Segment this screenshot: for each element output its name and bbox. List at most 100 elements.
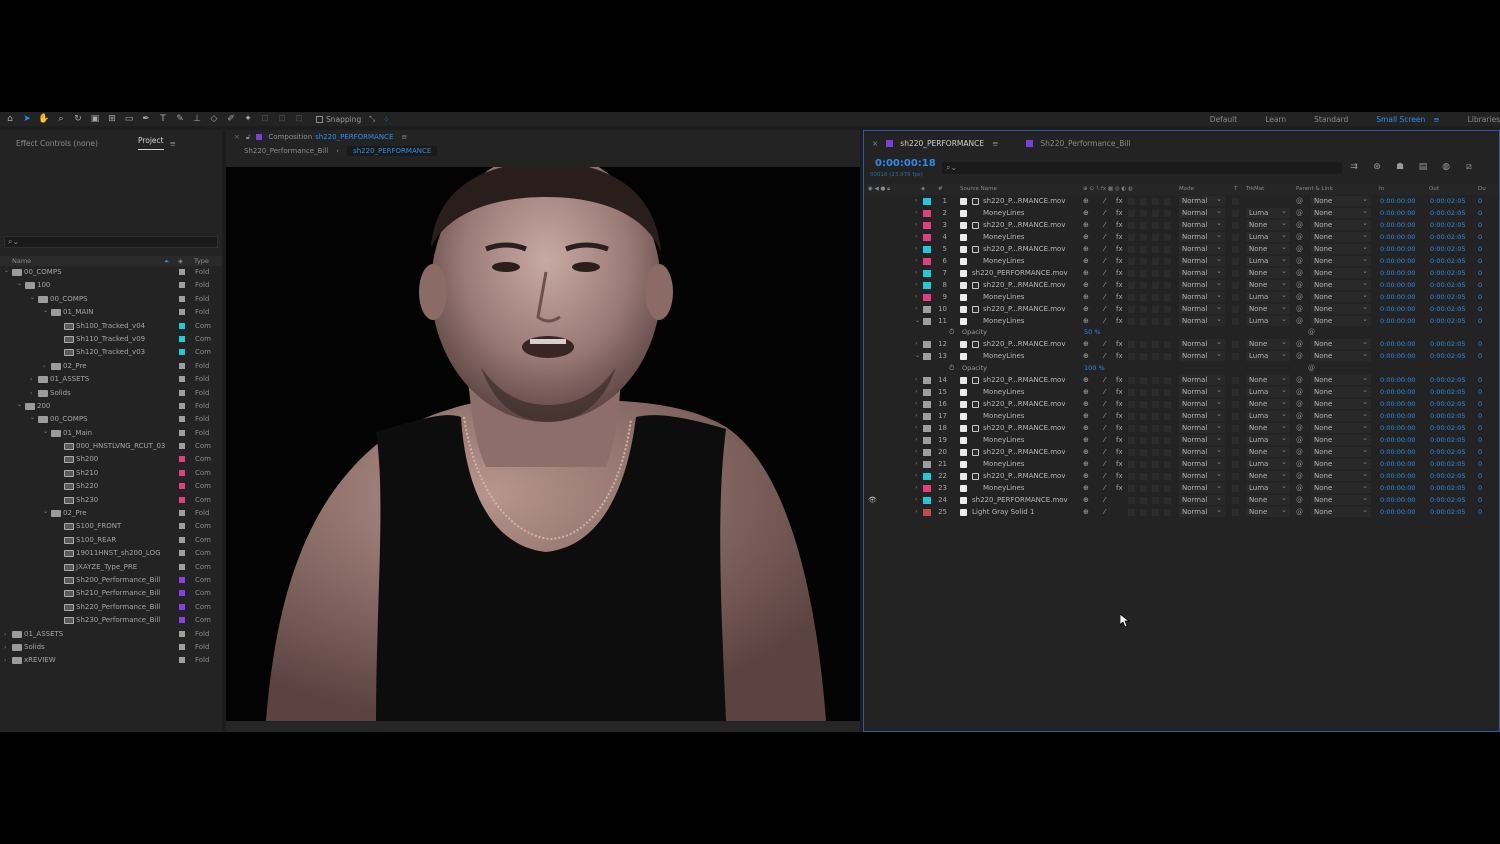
effect-switch-icon[interactable]: fx bbox=[1116, 315, 1123, 327]
parent-pick-whip-icon[interactable]: @ bbox=[1296, 267, 1303, 279]
label-color-swatch[interactable] bbox=[179, 362, 185, 369]
project-comp-row[interactable]: Sh210 Com bbox=[0, 467, 222, 480]
layer-source-name[interactable]: sh220_P...RMANCE.mov bbox=[983, 195, 1065, 207]
parent-dropdown[interactable]: None bbox=[1311, 314, 1371, 326]
chevron-right-icon[interactable]: › bbox=[915, 494, 917, 506]
chevron-right-icon[interactable]: › bbox=[915, 255, 917, 267]
roto-brush-tool-icon[interactable]: ✐ bbox=[224, 113, 238, 125]
parent-dropdown[interactable]: None bbox=[1311, 493, 1371, 505]
switch-box[interactable] bbox=[1140, 484, 1147, 492]
shy-switch-icon[interactable]: ⊕ bbox=[1083, 410, 1089, 422]
label-color-swatch[interactable] bbox=[923, 293, 931, 301]
layer-source-name[interactable]: sh220_P...RMANCE.mov bbox=[983, 219, 1065, 231]
in-header[interactable]: In bbox=[1379, 186, 1384, 192]
switch-box[interactable] bbox=[1140, 413, 1147, 421]
preserve-transparency-checkbox[interactable] bbox=[1232, 449, 1239, 457]
switch-box[interactable] bbox=[1140, 425, 1147, 433]
rectangle-tool-icon[interactable]: ▭ bbox=[122, 113, 136, 125]
effect-switch-icon[interactable]: fx bbox=[1116, 458, 1123, 470]
chevron-right-icon[interactable]: › bbox=[915, 219, 917, 231]
preserve-transparency-checkbox[interactable] bbox=[1232, 389, 1239, 397]
shy-switch-icon[interactable]: ⊕ bbox=[1083, 506, 1089, 518]
layer-row[interactable]: › 14 sh220_P...RMANCE.mov ⊕ ⁄ fx Normal None @ No… bbox=[864, 373, 1499, 386]
workspace-small-screen[interactable]: Small Screen bbox=[1376, 115, 1425, 124]
in-point[interactable]: 0:00:00:00 bbox=[1380, 374, 1416, 386]
axis-view-icon[interactable]: ⊡ bbox=[275, 113, 289, 125]
shy-switch-icon[interactable]: ⊕ bbox=[1083, 255, 1089, 267]
switch-box[interactable] bbox=[1152, 508, 1159, 516]
chevron-right-icon[interactable]: › bbox=[915, 279, 917, 291]
project-folder-row[interactable]: ⌄ 00_COMPS Fold bbox=[0, 266, 222, 279]
snapping-checkbox[interactable] bbox=[316, 115, 323, 123]
current-time-display[interactable]: 0:00:00:18 bbox=[875, 158, 936, 169]
duration-value[interactable]: 0 bbox=[1478, 255, 1482, 267]
project-comp-row[interactable]: Sh200 Com bbox=[0, 453, 222, 466]
project-folder-row[interactable]: ⌄ 00_COMPS Fold bbox=[0, 293, 222, 306]
duration-value[interactable]: 0 bbox=[1478, 446, 1482, 458]
chevron-right-icon[interactable]: › bbox=[915, 231, 917, 243]
label-color-swatch[interactable] bbox=[179, 456, 185, 463]
shy-switch-icon[interactable]: ⊕ bbox=[1083, 338, 1089, 350]
switch-box[interactable] bbox=[1152, 496, 1159, 504]
switch-box[interactable] bbox=[1164, 425, 1171, 433]
label-column-icon[interactable]: ◈ bbox=[921, 186, 925, 192]
panel-menu-icon[interactable]: ≡ bbox=[170, 139, 176, 148]
duration-value[interactable]: 0 bbox=[1478, 458, 1482, 470]
quality-switch-icon[interactable]: ⁄ bbox=[1104, 350, 1105, 362]
shy-switch-icon[interactable]: ⊕ bbox=[1083, 231, 1089, 243]
switch-box[interactable] bbox=[1164, 377, 1171, 385]
duration-value[interactable]: 0 bbox=[1478, 243, 1482, 255]
chevron-right-icon[interactable]: › bbox=[915, 446, 917, 458]
label-color-swatch[interactable] bbox=[179, 389, 185, 396]
lock-icon[interactable]: 🔓︎ bbox=[246, 133, 251, 142]
out-point[interactable]: 0:00:02:05 bbox=[1430, 350, 1466, 362]
layer-row[interactable]: › 20 sh220_P...RMANCE.mov ⊕ ⁄ fx Normal None @ No… bbox=[864, 445, 1499, 458]
in-point[interactable]: 0:00:00:00 bbox=[1380, 315, 1416, 327]
chevron-right-icon[interactable]: › bbox=[915, 207, 917, 219]
eraser-tool-icon[interactable]: ◇ bbox=[207, 113, 221, 125]
quality-switch-icon[interactable]: ⁄ bbox=[1104, 315, 1105, 327]
project-comp-row[interactable]: Sh200_Performance_Bill Com bbox=[0, 574, 222, 587]
project-folder-row[interactable]: ⌄ 01_Main Fold bbox=[0, 427, 222, 440]
layer-source-name[interactable]: MoneyLines bbox=[983, 482, 1024, 494]
switch-box[interactable] bbox=[1128, 233, 1135, 241]
opacity-value[interactable]: 100 % bbox=[1084, 362, 1105, 374]
in-point[interactable]: 0:00:00:00 bbox=[1380, 350, 1416, 362]
switch-box[interactable] bbox=[1164, 269, 1171, 277]
project-comp-row[interactable]: JXAYZE_Type_PRE Com bbox=[0, 561, 222, 574]
shy-switch-icon[interactable]: ⊕ bbox=[1083, 303, 1089, 315]
layer-source-name[interactable]: sh220_P...RMANCE.mov bbox=[983, 470, 1065, 482]
in-point[interactable]: 0:00:00:00 bbox=[1380, 195, 1416, 207]
blend-mode-dropdown[interactable]: Normal bbox=[1179, 445, 1225, 458]
camera-tool-icon[interactable]: ▣ bbox=[88, 113, 102, 125]
parent-pick-whip-icon[interactable]: @ bbox=[1296, 207, 1303, 219]
parent-pick-whip-icon[interactable]: @ bbox=[1296, 231, 1303, 243]
blend-mode-dropdown[interactable]: Normal bbox=[1179, 505, 1225, 517]
track-matte-dropdown[interactable]: Luma bbox=[1246, 206, 1290, 218]
switch-box[interactable] bbox=[1164, 233, 1171, 241]
parent-dropdown[interactable]: None bbox=[1311, 457, 1371, 469]
duration-value[interactable]: 0 bbox=[1478, 195, 1482, 207]
parent-dropdown[interactable]: None bbox=[1311, 385, 1371, 398]
shy-switch-icon[interactable]: ⊕ bbox=[1083, 350, 1089, 362]
close-icon[interactable]: × bbox=[234, 133, 240, 141]
parent-dropdown[interactable]: None bbox=[1311, 409, 1371, 422]
project-folder-row[interactable]: › 02_Pre Fold bbox=[0, 360, 222, 373]
blend-mode-dropdown[interactable]: Normal bbox=[1179, 433, 1225, 446]
blend-mode-dropdown[interactable]: Normal bbox=[1179, 493, 1225, 505]
label-color-swatch[interactable] bbox=[179, 402, 185, 409]
parent-pick-whip-icon[interactable]: @ bbox=[1296, 410, 1303, 422]
label-color-swatch[interactable] bbox=[923, 233, 931, 241]
layer-source-name[interactable]: MoneyLines bbox=[983, 350, 1024, 362]
duration-value[interactable]: 0 bbox=[1478, 219, 1482, 231]
effect-switch-icon[interactable]: fx bbox=[1116, 446, 1123, 458]
composition-mini-flowchart-icon[interactable]: ⇉ bbox=[1348, 162, 1360, 172]
in-point[interactable]: 0:00:00:00 bbox=[1380, 458, 1416, 470]
chevron-down-icon[interactable]: ⌄ bbox=[915, 315, 920, 327]
layer-row[interactable]: 👁︎ › 24 sh220_PERFORMANCE.mov ⊕ ⁄ Normal None @ N… bbox=[864, 493, 1499, 506]
blend-mode-dropdown[interactable]: Normal bbox=[1179, 397, 1225, 410]
in-point[interactable]: 0:00:00:00 bbox=[1380, 255, 1416, 267]
out-point[interactable]: 0:00:02:05 bbox=[1430, 506, 1466, 518]
switch-box[interactable] bbox=[1140, 353, 1147, 361]
switch-box[interactable] bbox=[1152, 449, 1159, 457]
